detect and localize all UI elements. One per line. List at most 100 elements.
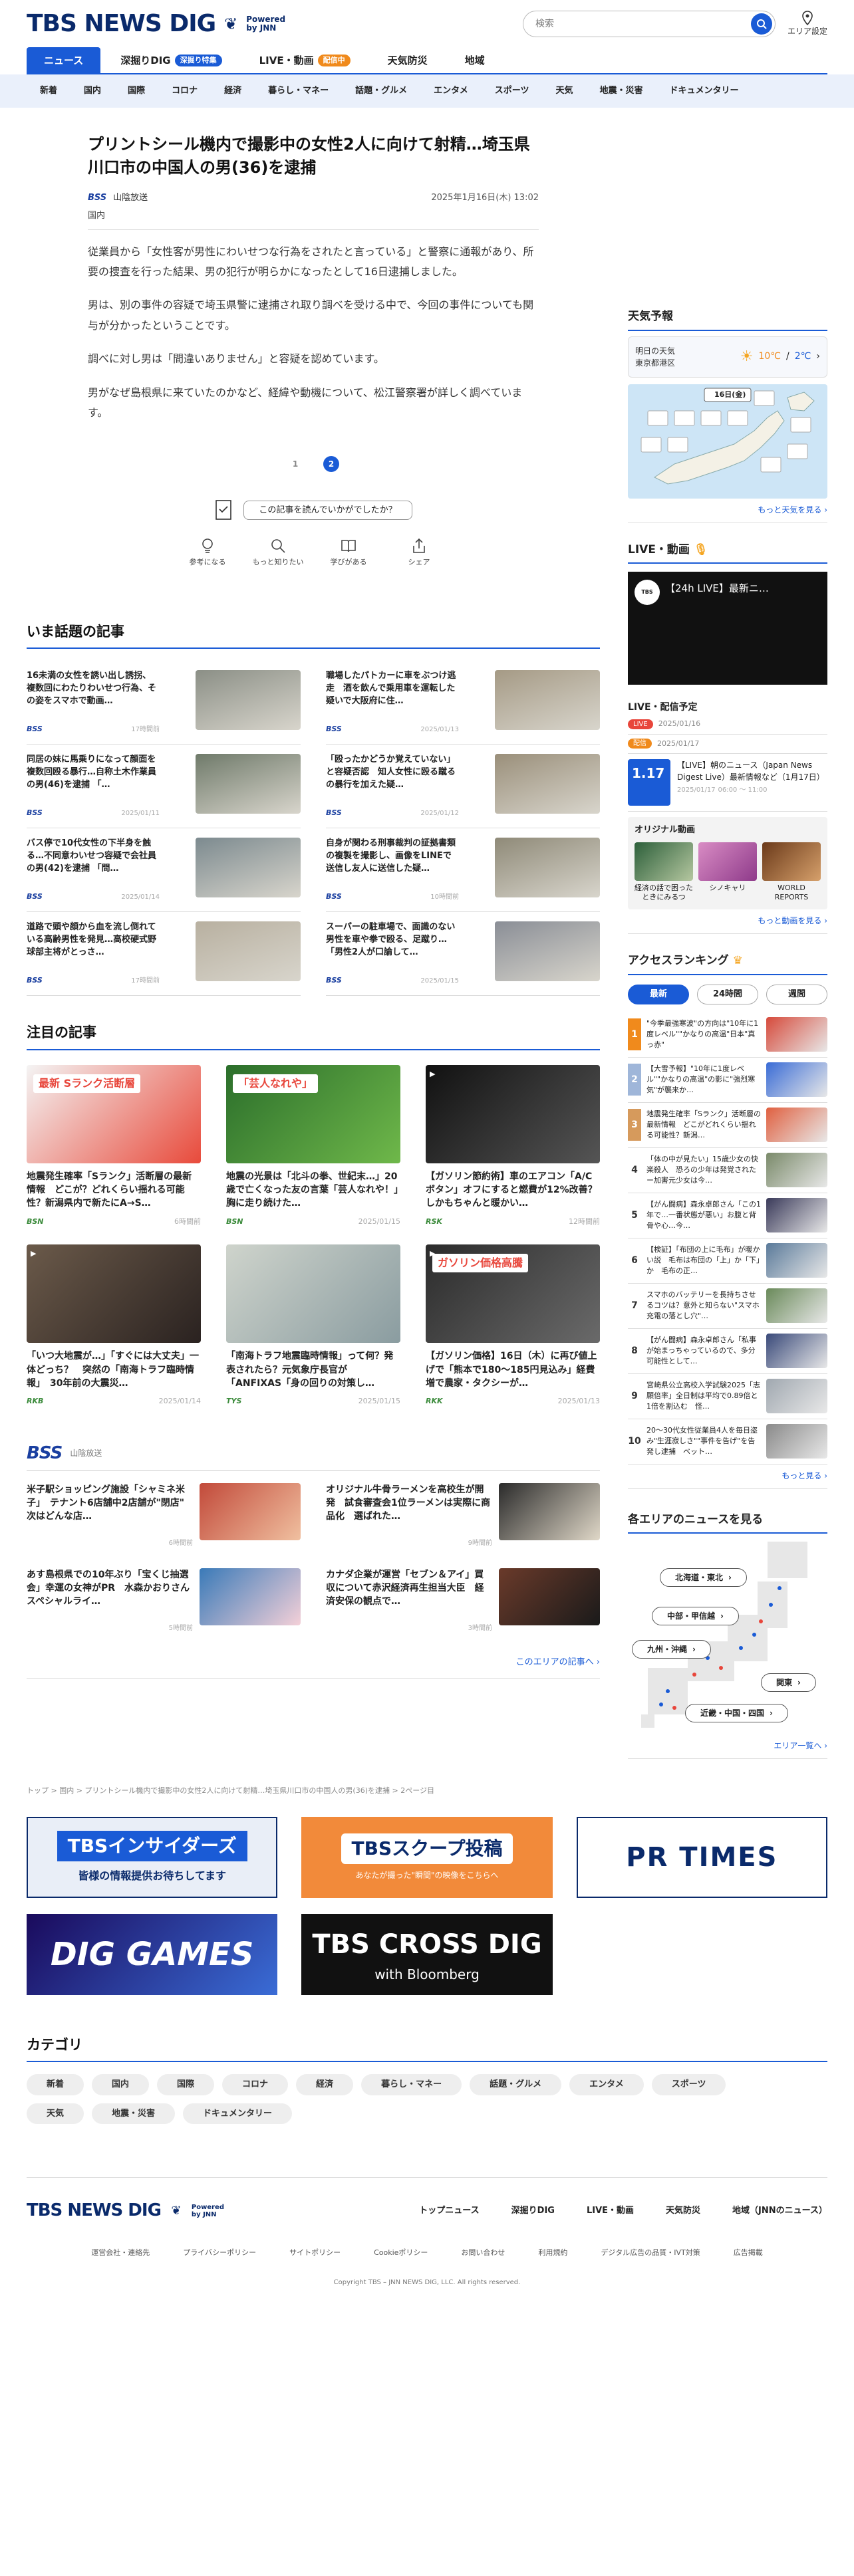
search-input[interactable] xyxy=(535,19,751,29)
footer-link[interactable]: Cookieポリシー xyxy=(374,2248,428,2259)
gnav-region[interactable]: 地域 xyxy=(448,47,502,74)
area-button-hokkaido-tohoku[interactable]: 北海道・東北 › xyxy=(660,1568,747,1587)
category-chip[interactable]: 国際 xyxy=(157,2074,215,2095)
category-chip[interactable]: 地震・災害 xyxy=(92,2103,176,2125)
site-logo[interactable]: TBS NEWS DIG ❦ Powered by JNN xyxy=(27,6,285,42)
ranking-tab-latest[interactable]: 最新 xyxy=(628,984,689,1004)
footer-logo[interactable]: TBS NEWS DIG ❦ Powered by JNN xyxy=(27,2198,224,2224)
page-1[interactable]: 1 xyxy=(287,456,303,472)
ranking-tab-weekly[interactable]: 週間 xyxy=(766,984,827,1004)
live-video-player[interactable]: TBS 【24h LIVE】最新ニ… xyxy=(628,572,827,685)
ranking-item[interactable]: 6 【検証】「布団の上に毛布」が暖かい説 毛布は布団の「上」か「下」か 毛布の正… xyxy=(628,1238,827,1284)
area-list-link[interactable]: エリア一覧へ › xyxy=(628,1740,827,1760)
featured-article[interactable]: ガソリン価格高騰 ▶ 【ガソリン価格】16日（木）に再び値上げで「熊本で180～18… xyxy=(426,1244,600,1407)
footer-nav-item[interactable]: 深掘りDIG xyxy=(511,2204,555,2218)
subnav-item[interactable]: 新着 xyxy=(27,84,71,98)
hot-article[interactable]: スーパーの駐車場で、面識のない男性を車や拳で殴る、足蹴り…「男性2人が口論して…… xyxy=(326,912,600,996)
more-videos-link[interactable]: もっと動画を見る › xyxy=(628,915,827,935)
gnav-weather[interactable]: 天気防災 xyxy=(370,47,445,74)
area-button-kanto[interactable]: 関東 › xyxy=(761,1673,816,1693)
category-chip[interactable]: 経済 xyxy=(296,2074,354,2095)
subnav-item[interactable]: コロナ xyxy=(158,84,211,98)
page-2-current[interactable]: 2 xyxy=(323,456,339,473)
subnav-item[interactable]: ドキュメンタリー xyxy=(656,84,752,98)
hot-article[interactable]: 16未満の女性を誘い出し誘拐、複数回にわたりわいせつ行為、その姿をスマホで動画…… xyxy=(27,661,301,745)
ranking-item[interactable]: 4 「体の中が見たい」15歳少女の快楽殺人 恐ろの少年は発覚されたー加害元少女は今… xyxy=(628,1148,827,1193)
ranking-item[interactable]: 10 20～30代女性従業員4人を毎日盗み"生涯寂しさ""事件を告げ"を告発し逮捕… xyxy=(628,1419,827,1464)
schedule-card[interactable]: 1.17 【LIVE】朝のニュース（Japan News Digest Live… xyxy=(628,754,827,812)
area-articles-link[interactable]: このエリアの記事へ › xyxy=(27,1656,600,1679)
subnav-item[interactable]: 天気 xyxy=(542,84,586,98)
hot-article[interactable]: 自身が関わる刑事裁判の証拠書類の複製を撮影し、画像をLINEで送信し友人に送信し… xyxy=(326,828,600,913)
share-button[interactable]: シェア xyxy=(392,537,446,568)
footer-link[interactable]: 広告掲載 xyxy=(734,2248,763,2259)
subnav-item[interactable]: 暮らし・マネー xyxy=(255,84,342,98)
category-chip[interactable]: 新着 xyxy=(27,2074,84,2095)
area-button-chubu[interactable]: 中部・甲信越 › xyxy=(652,1607,739,1626)
more-weather-link[interactable]: もっと天気を見る › xyxy=(628,504,827,523)
category-chip[interactable]: エンタメ xyxy=(569,2074,644,2095)
station-logo[interactable]: BSS xyxy=(27,1441,63,1466)
footer-nav-item[interactable]: 地域（JNNのニュース） xyxy=(732,2204,827,2218)
article-category[interactable]: 国内 xyxy=(88,209,539,230)
footer-nav-item[interactable]: トップニュース xyxy=(419,2204,479,2218)
ranking-item[interactable]: 7 スマホのバッテリーを長持ちさせるコツは？意外と知らない"スマホ充電の落とし穴"… xyxy=(628,1284,827,1329)
feedback-useful-button[interactable]: 参考になる xyxy=(181,537,234,568)
subnav-item[interactable]: エンタメ xyxy=(420,84,482,98)
search-button[interactable] xyxy=(750,13,772,35)
category-chip[interactable]: スポーツ xyxy=(651,2074,726,2095)
hot-article[interactable]: 職場したパトカーに車をぶつけ逃走 酒を飲んで乗用車を運転した疑いで大阪府に住… B… xyxy=(326,661,600,745)
ranking-item[interactable]: 5 【がん闘病】森永卓郎さん「この1年で…一番状態が悪い」お腹と背骨や心…今… xyxy=(628,1193,827,1238)
local-article[interactable]: あす島根県での10年ぶり「宝くじ抽選会」幸運の女神がPR 水森かおりさんスペシャ… xyxy=(27,1568,301,1641)
schedule-item[interactable]: 配信 2025/01/17 xyxy=(628,735,827,754)
original-video-item[interactable]: WORLD REPORTS xyxy=(762,842,821,903)
footer-nav-item[interactable]: LIVE・動画 xyxy=(587,2204,634,2218)
banner-insiders[interactable]: TBSインサイダーズ 皆様の情報提供お待ちしてます xyxy=(27,1816,278,1898)
banner-prtimes[interactable]: PR TIMES xyxy=(576,1816,827,1898)
featured-article[interactable]: ▶ 「いつ大地震が…」「すぐには大丈夫」一体どっち？ 突然の「南海トラフ臨時情報」… xyxy=(27,1244,201,1407)
category-chip[interactable]: ドキュメンタリー xyxy=(183,2103,293,2125)
subnav-item[interactable]: 経済 xyxy=(211,84,255,98)
banner-scoop[interactable]: TBSスクープ投稿 あなたが撮った"瞬間"の映像をこちらへ xyxy=(301,1816,553,1898)
area-button-kyushu[interactable]: 九州・沖縄 › xyxy=(632,1640,711,1659)
footer-link[interactable]: デジタル広告の品質・IVT対策 xyxy=(601,2248,700,2259)
category-chip[interactable]: 暮らし・マネー xyxy=(361,2074,462,2095)
category-chip[interactable]: 話題・グルメ xyxy=(470,2074,562,2095)
footer-link[interactable]: プライバシーポリシー xyxy=(183,2248,256,2259)
subnav-item[interactable]: 話題・グルメ xyxy=(342,84,420,98)
area-setting-button[interactable]: エリア設定 xyxy=(787,11,827,37)
weather-widget[interactable]: 明日の天気 東京都港区 ☀ 10℃/2℃ › xyxy=(628,336,827,378)
breadcrumb[interactable]: トップ > 国内 > プリントシール機内で撮影中の女性2人に向けて射精…埼玉県川… xyxy=(27,1786,827,1797)
subnav-item[interactable]: スポーツ xyxy=(482,84,543,98)
ranking-item[interactable]: 2 【大雪予報】"10年に1度レベル""かなりの高温"の影に"強烈寒気"が襲来か… xyxy=(628,1058,827,1103)
feedback-learn-button[interactable]: 学びがある xyxy=(322,537,375,568)
footer-link[interactable]: 運営会社・連絡先 xyxy=(91,2248,150,2259)
category-chip[interactable]: 天気 xyxy=(27,2103,84,2125)
ranking-item[interactable]: 8 【がん闘病】森永卓郎さん「私事が始まっちゃっているので、多分可能性として… xyxy=(628,1329,827,1374)
featured-article[interactable]: ▶ 【ガソリン節約術】車のエアコン「A/Cボタン」オフにすると燃費が12%改善？し… xyxy=(426,1064,600,1228)
more-ranking-link[interactable]: もっと見る › xyxy=(628,1470,827,1489)
local-article[interactable]: 米子駅ショッピング施設「シャミネ米子」 テナント6店舗中2店舗が"閉店" 次はど… xyxy=(27,1482,301,1556)
featured-article[interactable]: 「芸人なれや」 地震の光景は「北斗の拳、世紀末…」20歳で亡くなった友の言葉「芸人… xyxy=(226,1064,400,1228)
original-video-item[interactable]: 経済の話で困ったときにみるつ xyxy=(635,842,693,903)
hot-article[interactable]: 道路で頭や顔から血を流し倒れている高齢男性を発見…高校硬式野球部主将がとっさ… B… xyxy=(27,912,301,996)
featured-article[interactable]: 「南海トラフ地震臨時情報」って何？発表されたら？元気象庁長官が「ANFIXAS「… xyxy=(226,1244,400,1407)
gnav-dig[interactable]: 深掘りDIG 深掘り特集 xyxy=(103,47,239,74)
weather-map[interactable]: 16日(金) xyxy=(628,384,827,499)
subnav-item[interactable]: 国内 xyxy=(71,84,114,98)
hot-article[interactable]: バス停で10代女性の下半身を触る…不同意わいせつ容疑で会社員の男(42)を逮捕 … xyxy=(27,828,301,913)
hot-article[interactable]: 「殴ったかどうか覚えていない」と容疑否認 知人女性に殴る蹴るの暴行を加えた疑… B… xyxy=(326,745,600,829)
ranking-tab-24h[interactable]: 24時間 xyxy=(697,984,758,1004)
subnav-item[interactable]: 地震・災害 xyxy=(587,84,656,98)
category-chip[interactable]: 国内 xyxy=(92,2074,150,2095)
local-article[interactable]: カナダ企業が運営「セブン＆アイ」買収について赤沢経済再生担当大臣 経済安保の観点… xyxy=(326,1568,600,1641)
original-video-item[interactable]: シノキャリ xyxy=(698,842,757,903)
schedule-item[interactable]: LIVE 2025/01/16 xyxy=(628,715,827,735)
banner-cross-dig[interactable]: TBS CROSS DIG with Bloomberg xyxy=(301,1913,553,1995)
feedback-more-button[interactable]: もっと知りたい xyxy=(251,537,305,568)
ranking-item[interactable]: 3 地震発生確率「Sランク」活断層の最新情報 どこがどれくらい揺れる可能性？新潟… xyxy=(628,1103,827,1148)
footer-link[interactable]: 利用規約 xyxy=(538,2248,567,2259)
subnav-item[interactable]: 国際 xyxy=(114,84,158,98)
ranking-item[interactable]: 9 宮崎県公立高校入学試験2025「志願倍率」全日制は平均で0.89倍と1倍を割込… xyxy=(628,1374,827,1419)
footer-link[interactable]: お問い合わせ xyxy=(461,2248,505,2259)
